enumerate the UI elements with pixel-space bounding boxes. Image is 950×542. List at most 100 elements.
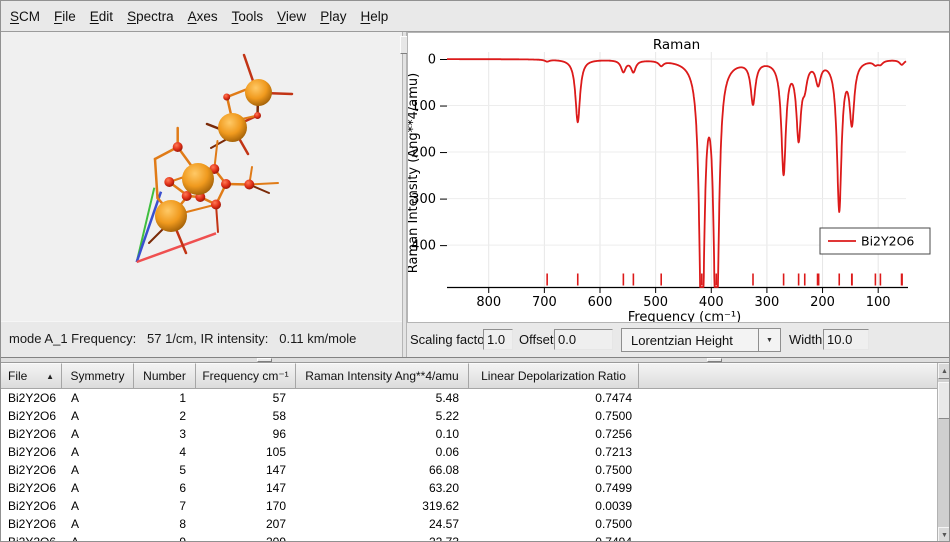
table-row[interactable]: Bi2Y2O6A7170319.620.0039: [1, 497, 950, 515]
table-row[interactable]: Bi2Y2O6A920922.730.7494: [1, 533, 950, 542]
cell-0: Bi2Y2O6: [1, 497, 62, 515]
svg-text:Bi2Y2O6: Bi2Y2O6: [861, 234, 914, 249]
width-input[interactable]: [823, 329, 869, 350]
cell-2: 8: [134, 515, 196, 533]
menu-axes[interactable]: Axes: [188, 9, 218, 24]
table-row[interactable]: Bi2Y2O6A514766.080.7500: [1, 461, 950, 479]
scroll-down-button[interactable]: ▼: [938, 527, 950, 542]
cell-3: 57: [196, 389, 296, 407]
cell-2: 1: [134, 389, 196, 407]
cell-2: 9: [134, 533, 196, 542]
cell-5: 0.7474: [469, 389, 639, 407]
cell-4: 63.20: [296, 479, 469, 497]
cell-0: Bi2Y2O6: [1, 515, 62, 533]
column-header-filler: [639, 363, 950, 389]
cell-1: A: [62, 389, 134, 407]
svg-text:800: 800: [476, 295, 501, 310]
menu-help[interactable]: Help: [360, 9, 388, 24]
menu-tools[interactable]: Tools: [232, 9, 264, 24]
scroll-up-button[interactable]: ▲: [938, 363, 950, 379]
lineshape-combobox[interactable]: Lorentzian Height ▼: [621, 328, 781, 352]
cell-0: Bi2Y2O6: [1, 407, 62, 425]
svg-text:600: 600: [588, 295, 613, 310]
cell-1: A: [62, 515, 134, 533]
cell-2: 7: [134, 497, 196, 515]
menu-edit[interactable]: Edit: [90, 9, 113, 24]
column-header-0[interactable]: File▲: [1, 363, 62, 389]
horizontal-splitter-handle[interactable]: [257, 358, 272, 362]
molecule-3d-view: [1, 32, 402, 321]
cell-1: A: [62, 443, 134, 461]
cell-2: 3: [134, 425, 196, 443]
sort-ascending-icon: ▲: [46, 372, 54, 381]
column-header-5[interactable]: Linear Depolarization Ratio: [469, 363, 639, 389]
cell-5: 0.7213: [469, 443, 639, 461]
horizontal-splitter-handle[interactable]: [707, 358, 722, 362]
offset-label: Offset:: [519, 332, 557, 347]
svg-text:300: 300: [754, 295, 779, 310]
cell-3: 209: [196, 533, 296, 542]
lineshape-selected-value: Lorentzian Height: [622, 333, 758, 348]
scaling-factor-input[interactable]: [483, 329, 513, 350]
spectra-window: SCMFileEditSpectraAxesToolsViewPlayHelp …: [0, 0, 950, 542]
offset-input[interactable]: [554, 329, 613, 350]
cell-4: 5.22: [296, 407, 469, 425]
cell-2: 4: [134, 443, 196, 461]
cell-5: 0.7494: [469, 533, 639, 542]
menu-file[interactable]: File: [54, 9, 76, 24]
table-row[interactable]: Bi2Y2O6A1575.480.7474: [1, 389, 950, 407]
cell-4: 5.48: [296, 389, 469, 407]
column-header-4[interactable]: Raman Intensity Ang**4/amu: [296, 363, 469, 389]
cell-3: 207: [196, 515, 296, 533]
mode-status-text: mode A_1 Frequency: 57 1/cm, IR intensit…: [9, 331, 356, 346]
cell-3: 170: [196, 497, 296, 515]
cell-4: 319.62: [296, 497, 469, 515]
menu-spectra[interactable]: Spectra: [127, 9, 174, 24]
table-row[interactable]: Bi2Y2O6A2585.220.7500: [1, 407, 950, 425]
scaling-factor-label: Scaling factor:: [410, 332, 492, 347]
cell-4: 24.57: [296, 515, 469, 533]
molecule-viewport[interactable]: [1, 32, 402, 321]
column-header-2[interactable]: Number: [134, 363, 196, 389]
cell-4: 0.10: [296, 425, 469, 443]
cell-3: 147: [196, 461, 296, 479]
cell-0: Bi2Y2O6: [1, 461, 62, 479]
menu-play[interactable]: Play: [320, 9, 346, 24]
width-label: Width:: [789, 332, 826, 347]
combobox-dropdown-button[interactable]: ▼: [758, 329, 780, 351]
raman-chart-panel: 8007006005004003002001000100200300400Ram…: [407, 32, 950, 323]
column-header-1[interactable]: Symmetry: [62, 363, 134, 389]
table-row[interactable]: Bi2Y2O6A41050.060.7213: [1, 443, 950, 461]
modes-table: File▲SymmetryNumberFrequency cm⁻¹Raman I…: [1, 363, 950, 542]
column-header-3[interactable]: Frequency cm⁻¹: [196, 363, 296, 389]
svg-text:Frequency (cm⁻¹): Frequency (cm⁻¹): [628, 310, 741, 322]
cell-3: 58: [196, 407, 296, 425]
svg-text:0: 0: [428, 53, 436, 68]
table-row[interactable]: Bi2Y2O6A820724.570.7500: [1, 515, 950, 533]
cell-3: 147: [196, 479, 296, 497]
menu-view[interactable]: View: [277, 9, 306, 24]
table-scrollbar[interactable]: ▲ ▼: [937, 363, 950, 542]
chevron-down-icon: ▼: [766, 337, 773, 344]
cell-2: 2: [134, 407, 196, 425]
table-row[interactable]: Bi2Y2O6A614763.200.7499: [1, 479, 950, 497]
cell-5: 0.7500: [469, 461, 639, 479]
cell-5: 0.7256: [469, 425, 639, 443]
svg-text:Raman: Raman: [653, 37, 700, 53]
table-row[interactable]: Bi2Y2O6A3960.100.7256: [1, 425, 950, 443]
cell-2: 6: [134, 479, 196, 497]
svg-text:400: 400: [699, 295, 724, 310]
table-header-row: File▲SymmetryNumberFrequency cm⁻¹Raman I…: [1, 363, 950, 389]
raman-spectrum-chart[interactable]: 8007006005004003002001000100200300400Ram…: [408, 33, 950, 322]
cell-4: 66.08: [296, 461, 469, 479]
menu-scm[interactable]: SCM: [10, 9, 40, 24]
svg-text:100: 100: [866, 295, 891, 310]
cell-1: A: [62, 479, 134, 497]
scrollbar-thumb[interactable]: [938, 382, 950, 419]
cell-1: A: [62, 497, 134, 515]
cell-0: Bi2Y2O6: [1, 389, 62, 407]
svg-text:500: 500: [643, 295, 668, 310]
cell-1: A: [62, 533, 134, 542]
svg-text:Raman Intensity (Ang**4/amu): Raman Intensity (Ang**4/amu): [408, 73, 421, 273]
spectrum-controls-bar: Scaling factor: Offset: Lorentzian Heigh…: [407, 323, 950, 357]
